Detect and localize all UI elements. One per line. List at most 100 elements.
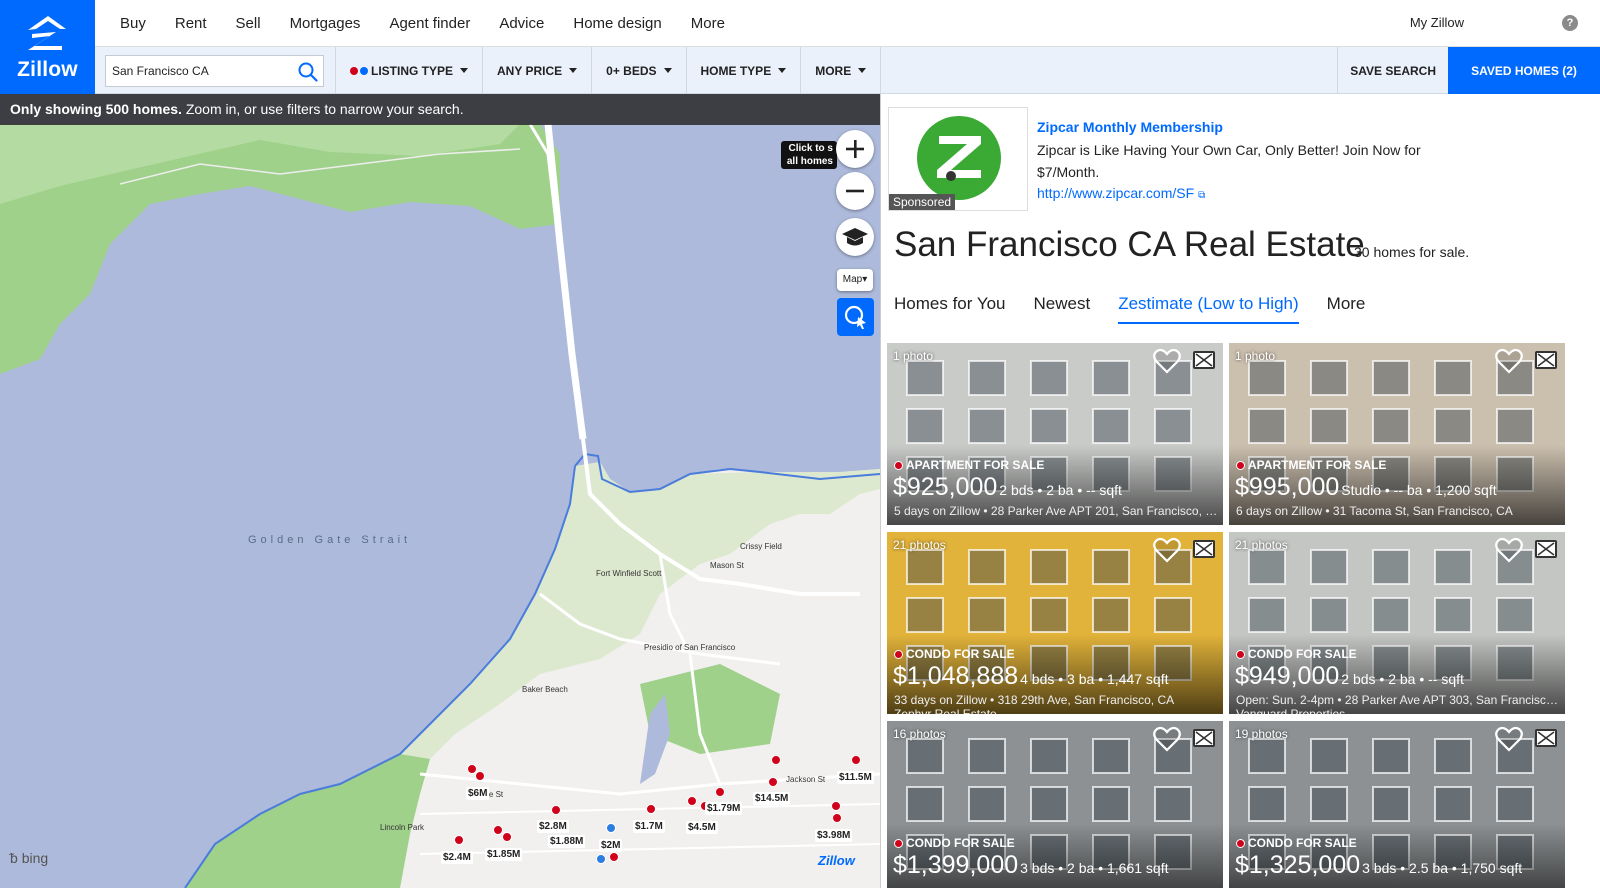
nav-sell[interactable]: Sell (236, 15, 261, 32)
nav-home-design[interactable]: Home design (573, 15, 661, 32)
map[interactable]: Golden Gate Strait Fort Winfield Scott P… (0, 94, 880, 888)
pin-price-label[interactable]: $1.79M (705, 802, 743, 815)
listing-pin[interactable] (831, 801, 841, 811)
listing-pin[interactable] (646, 804, 656, 814)
nav-buy[interactable]: Buy (120, 15, 146, 32)
listing-card[interactable]: 1 photo APARTMENT FOR SALE $925,000 2 bds •… (887, 343, 1223, 525)
show-all-tooltip: Click to s all homes (781, 141, 837, 169)
caret-down-icon (858, 68, 867, 73)
listing-type-label: CONDO FOR SALE (1248, 836, 1357, 850)
pin-price-label[interactable]: $4.5M (686, 821, 718, 834)
caret-down-icon (460, 68, 469, 73)
pin-price-label[interactable]: $1.7M (633, 820, 665, 833)
map-type-select[interactable]: Map▾ (837, 269, 873, 291)
help-icon[interactable]: ? (1562, 15, 1578, 31)
hide-listing-icon[interactable] (1193, 729, 1215, 747)
price-line: $1,399,000 3 bds • 2 ba • 1,661 sqft (893, 851, 1168, 880)
draw-search-button[interactable] (837, 298, 874, 336)
nav-more[interactable]: More (691, 15, 725, 32)
pin-price-label[interactable]: $1.85M (485, 848, 523, 861)
pin-price-label[interactable]: $2.8M (537, 820, 569, 833)
ad-url: http://www.zipcar.com/SF (1037, 185, 1195, 201)
tab-newest[interactable]: Newest (1034, 294, 1091, 324)
heart-icon[interactable] (1495, 726, 1523, 752)
listing-pin[interactable] (715, 787, 725, 797)
saved-homes-button[interactable]: SAVED HOMES (2) (1448, 47, 1600, 94)
caret-down-icon (663, 68, 672, 73)
heart-icon[interactable] (1153, 348, 1181, 374)
tab-zestimate-low-high[interactable]: Zestimate (Low to High) (1118, 294, 1299, 324)
filter-home-type[interactable]: HOME TYPE (685, 47, 801, 94)
zillow-watermark: Zillow (818, 853, 855, 868)
zillow-logo[interactable]: Zillow (0, 0, 95, 94)
listing-pin[interactable] (551, 805, 561, 815)
listing-card[interactable]: 21 photos CONDO FOR SALE $1,048,888 4 bds •… (887, 532, 1223, 714)
heart-icon[interactable] (1153, 726, 1181, 752)
hide-listing-icon[interactable] (1535, 729, 1557, 747)
zoom-out-button[interactable] (836, 172, 874, 210)
nav-advice[interactable]: Advice (499, 15, 544, 32)
hide-listing-icon[interactable] (1535, 540, 1557, 558)
filter-beds[interactable]: 0+ BEDS (591, 47, 685, 94)
tab-more[interactable]: More (1327, 294, 1366, 324)
heart-icon[interactable] (1153, 537, 1181, 563)
listing-facts: 4 bds • 3 ba • 1,447 sqft (1020, 671, 1169, 687)
map-type-label: Map (842, 274, 863, 285)
zoom-in-button[interactable] (836, 130, 874, 168)
price-line: $1,048,888 4 bds • 3 ba • 1,447 sqft (893, 662, 1168, 691)
ad-title-link[interactable]: Zipcar Monthly Membership (1037, 119, 1223, 135)
hide-listing-icon[interactable] (1193, 540, 1215, 558)
filter-home-type-label: HOME TYPE (700, 63, 772, 78)
listing-pin[interactable] (596, 854, 606, 864)
listing-pin[interactable] (493, 825, 503, 835)
hide-listing-icon[interactable] (1193, 351, 1215, 369)
hide-listing-icon[interactable] (1535, 351, 1557, 369)
pin-price-label[interactable]: $1.88M (548, 835, 586, 848)
map-canvas[interactable]: Golden Gate Strait Fort Winfield Scott P… (0, 94, 880, 888)
listing-pin[interactable] (687, 796, 697, 806)
pin-price-label[interactable]: $3.98M (815, 829, 853, 842)
listing-pin[interactable] (502, 832, 512, 842)
listing-card[interactable]: 21 photos CONDO FOR SALE $949,000 2 bds • 2… (1229, 532, 1565, 714)
heart-icon[interactable] (1495, 537, 1523, 563)
tab-homes-for-you[interactable]: Homes for You (894, 294, 1006, 324)
listing-pin[interactable] (475, 771, 485, 781)
pin-price-label[interactable]: $2.4M (441, 851, 473, 864)
listing-type-label: APARTMENT FOR SALE (906, 458, 1045, 472)
pin-price-label[interactable]: $14.5M (753, 792, 791, 805)
schools-layer-button[interactable] (836, 218, 874, 256)
my-zillow-link[interactable]: My Zillow (1410, 15, 1464, 30)
listing-type-label: APARTMENT FOR SALE (1248, 458, 1387, 472)
listing-card[interactable]: 19 photos CONDO FOR SALE $1,325,000 3 bds •… (1229, 721, 1565, 888)
listing-pin[interactable] (609, 852, 619, 862)
nav-mortgages[interactable]: Mortgages (290, 15, 361, 32)
nav-agent-finder[interactable]: Agent finder (389, 15, 470, 32)
filter-price-label: ANY PRICE (497, 63, 563, 78)
filter-listing-type[interactable]: LISTING TYPE (335, 47, 482, 94)
listing-pin[interactable] (851, 755, 861, 765)
listing-pin[interactable] (454, 835, 464, 845)
listing-pin[interactable] (606, 823, 616, 833)
pin-price-label[interactable]: $11.5M (837, 771, 874, 784)
price-line: $949,000 2 bds • 2 ba • -- sqft (1235, 662, 1464, 691)
save-search-button[interactable]: SAVE SEARCH (1337, 47, 1448, 94)
nav-rent[interactable]: Rent (175, 15, 207, 32)
listing-pin[interactable] (771, 755, 781, 765)
listing-price: $925,000 (893, 473, 998, 501)
listing-meta: 5 days on Zillow • 28 Parker Ave APT 201… (894, 504, 1219, 518)
listing-type-label: CONDO FOR SALE (906, 836, 1015, 850)
pin-price-label[interactable]: $2M (599, 839, 623, 852)
filter-more[interactable]: MORE (800, 47, 882, 94)
listing-pin[interactable] (768, 777, 778, 787)
pin-price-label[interactable]: $6M (466, 787, 490, 800)
ad-url-link[interactable]: http://www.zipcar.com/SF ⧉ (1037, 185, 1205, 201)
listing-card[interactable]: 16 photos CONDO FOR SALE $1,399,000 3 bds •… (887, 721, 1223, 888)
listing-type-label: CONDO FOR SALE (906, 647, 1015, 661)
sponsored-ad-image[interactable]: Sponsored (888, 107, 1028, 211)
search-input[interactable] (112, 64, 282, 78)
listing-card[interactable]: 1 photo APARTMENT FOR SALE $995,000 Studio … (1229, 343, 1565, 525)
search-icon[interactable] (297, 61, 319, 83)
filter-price[interactable]: ANY PRICE (482, 47, 591, 94)
listing-pin[interactable] (832, 813, 842, 823)
heart-icon[interactable] (1495, 348, 1523, 374)
